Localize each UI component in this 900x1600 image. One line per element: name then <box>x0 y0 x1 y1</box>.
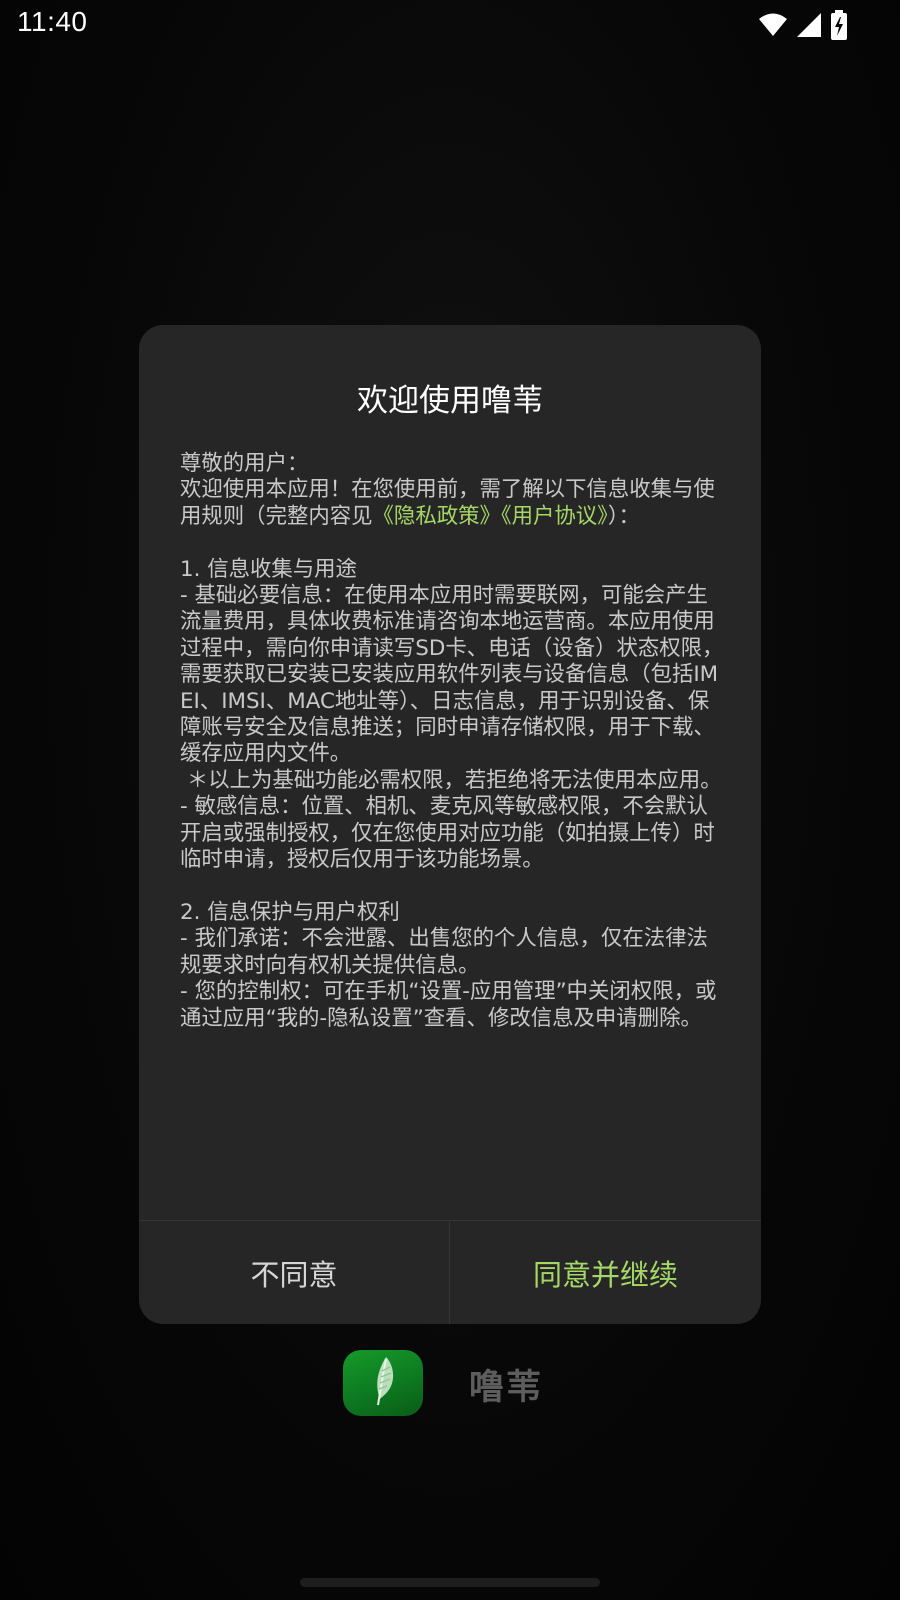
reed-feather-icon <box>366 1355 400 1411</box>
greeting-text: 尊敬的用户： <box>180 451 309 476</box>
section1-basic-info: - 基础必要信息：在使用本应用时需要联网，可能会产生流量费用，具体收费标准请咨询… <box>180 583 724 767</box>
user-agreement-link[interactable]: 《用户协议》 <box>501 504 608 529</box>
intro-end-text: ）： <box>607 503 640 529</box>
dialog-title: 欢迎使用噜苇 <box>357 383 543 419</box>
screen: 11:40 欢迎使用噜苇 尊敬的用户： 欢迎使用本应用！在您使用前，需了解以下信… <box>0 0 900 1600</box>
app-name: 噜苇 <box>469 1368 544 1408</box>
battery-charging-icon <box>830 10 848 40</box>
section2-promise: - 我们承诺：不会泄露、出售您的个人信息，仅在法律法规要求时向有权机关提供信息。 <box>180 926 708 978</box>
privacy-policy-link[interactable]: 《隐私政策》 <box>373 504 501 529</box>
cellular-signal-icon <box>796 12 822 38</box>
status-bar: 11:40 <box>0 0 900 50</box>
status-icons <box>758 10 848 40</box>
section2-control: - 您的控制权：可在手机“设置-应用管理”中关闭权限，或通过应用“我的-隐私设置… <box>180 979 717 1031</box>
section1-note: ＊以上为基础功能必需权限，若拒绝将无法使用本应用。 <box>180 767 722 793</box>
section1-heading: 1. 信息收集与用途 <box>180 556 357 582</box>
agree-continue-button[interactable]: 同意并继续 <box>450 1221 761 1324</box>
wifi-icon <box>758 12 788 38</box>
home-indicator[interactable] <box>300 1578 600 1587</box>
section1-sensitive-info: - 敏感信息：位置、相机、麦克风等敏感权限，不会默认开启或强制授权，仅在您使用对… <box>180 794 715 873</box>
disagree-button[interactable]: 不同意 <box>139 1221 449 1324</box>
app-logo <box>343 1350 423 1416</box>
section2-heading: 2. 信息保护与用户权利 <box>180 899 400 925</box>
status-time: 11:40 <box>17 6 88 37</box>
dialog-body: 尊敬的用户： 欢迎使用本应用！在您使用前，需了解以下信息收集与使用规则（完整内容… <box>180 451 728 1032</box>
privacy-dialog: 欢迎使用噜苇 尊敬的用户： 欢迎使用本应用！在您使用前，需了解以下信息收集与使用… <box>139 325 761 1324</box>
